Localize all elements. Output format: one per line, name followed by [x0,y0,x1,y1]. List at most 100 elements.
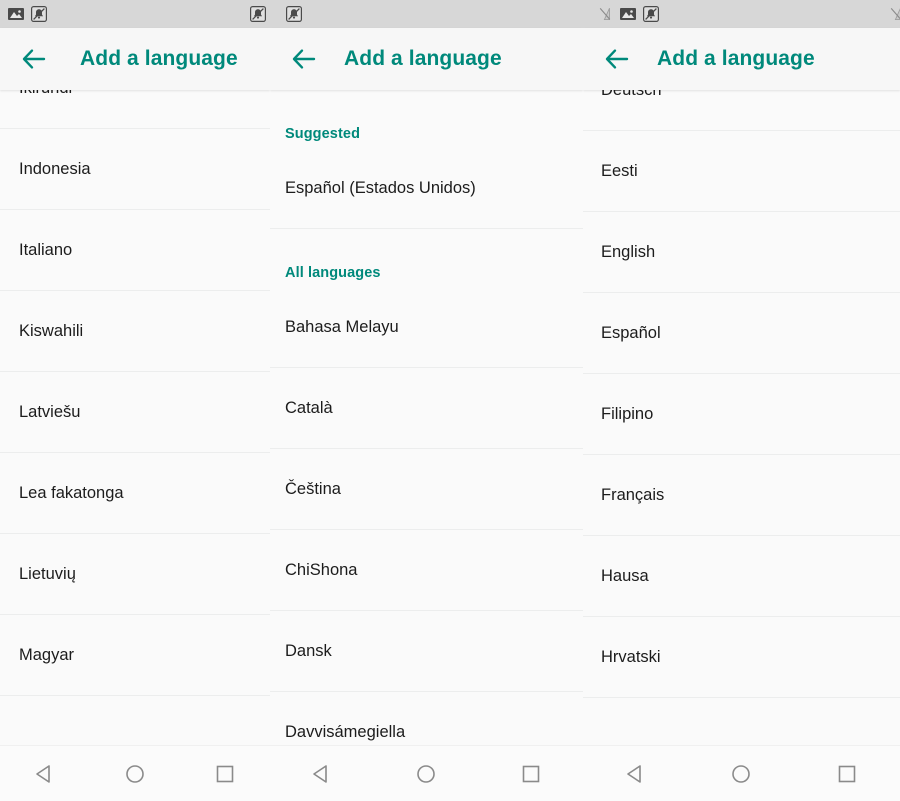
no-sim-icon [597,6,613,22]
status-bar-1 [0,0,270,28]
status-bar-2 [270,0,583,28]
language-label: ChiShona [285,560,358,579]
status-bar-3 [583,0,900,28]
app-bar-2: Add a language [270,28,583,90]
language-label: Italiano [19,240,73,259]
list-item[interactable]: Español (Estados Unidos) [270,148,583,229]
list-item[interactable]: Davvisámegiella [270,692,583,745]
recents-nav-button[interactable] [821,748,873,800]
image-icon [8,6,24,22]
language-label: Kiswahili [19,321,84,340]
navigation-bar-2 [270,745,583,801]
language-label: Eesti [601,161,638,180]
page-title-2: Add a language [344,47,502,70]
language-label: Deutsch [583,90,662,100]
language-list-inner-3: Deutsch Eesti English Español Filipino F… [583,90,900,745]
back-arrow-icon [290,44,320,74]
list-item[interactable]: Kiswahili [0,291,270,372]
app-bar-3: Add a language [583,28,900,90]
list-item[interactable]: Bahasa Melayu [270,287,583,368]
image-icon [620,6,636,22]
list-item[interactable]: Hausa [583,536,900,617]
language-label: Ikirundi [0,90,72,98]
back-nav-icon [623,761,649,787]
section-header-label: Suggested [285,126,361,142]
section-header-all-languages: All languages [270,229,583,287]
page-title-1: Add a language [80,47,238,70]
navigation-bar-1 [0,745,270,801]
list-item[interactable] [583,698,900,745]
back-nav-button[interactable] [610,748,662,800]
recents-nav-icon [212,761,238,787]
back-button-2[interactable] [282,36,328,82]
silent-mode-icon [31,6,47,22]
list-item[interactable] [0,696,270,745]
language-label: Français [601,485,665,504]
list-item[interactable]: Eesti [583,131,900,212]
back-button-3[interactable] [595,36,641,82]
list-item[interactable]: ChiShona [270,530,583,611]
language-label: Bahasa Melayu [285,317,399,336]
list-item[interactable]: Hrvatski [583,617,900,698]
page-title-3: Add a language [657,47,815,70]
list-item[interactable]: Lea fakatonga [0,453,270,534]
list-item[interactable]: Deutsch [583,90,900,131]
list-item[interactable]: Dansk [270,611,583,692]
status-bar-right-icons-3 [888,0,900,28]
list-item[interactable]: Ikirundi [0,90,270,129]
language-label: Latviešu [19,402,81,421]
status-bar-right-icons-1 [250,0,266,28]
status-bar-left-icons-3 [597,6,659,22]
three-phone-screenshots: Add a language Ikirundi Indonesia Italia… [0,0,900,801]
back-nav-button[interactable] [19,748,71,800]
back-arrow-icon [603,44,633,74]
recents-nav-icon [518,761,544,787]
status-bar-left-icons-2 [286,6,302,22]
language-label: English [601,242,656,261]
list-item[interactable]: Latviešu [0,372,270,453]
language-label: Català [285,398,333,417]
language-label: Lietuvių [19,564,76,583]
language-label: Español [601,323,661,342]
app-bar-1: Add a language [0,28,270,90]
language-label: Español (Estados Unidos) [285,178,476,197]
back-button-1[interactable] [12,36,58,82]
phone-screenshot-1: Add a language Ikirundi Indonesia Italia… [0,0,270,801]
recents-nav-button[interactable] [505,748,557,800]
no-sim-icon [888,6,900,22]
language-label: Davvisámegiella [285,722,406,741]
language-label: Hrvatski [601,647,661,666]
home-nav-button[interactable] [715,748,767,800]
language-list-1[interactable]: Ikirundi Indonesia Italiano Kiswahili La… [0,90,270,745]
back-nav-button[interactable] [296,748,348,800]
silent-mode-icon [643,6,659,22]
list-item[interactable]: Čeština [270,449,583,530]
back-nav-icon [309,761,335,787]
language-label: Čeština [285,479,341,498]
back-nav-icon [32,761,58,787]
silent-mode-icon [286,6,302,22]
list-item[interactable]: Magyar [0,615,270,696]
recents-nav-button[interactable] [199,748,251,800]
language-label: Indonesia [19,159,91,178]
language-list-2[interactable]: Suggested Español (Estados Unidos) All l… [270,90,583,745]
language-label: Filipino [601,404,654,423]
home-nav-button[interactable] [109,748,161,800]
home-nav-button[interactable] [400,748,452,800]
list-item[interactable]: English [583,212,900,293]
list-item[interactable]: Français [583,455,900,536]
language-list-3[interactable]: Deutsch Eesti English Español Filipino F… [583,90,900,745]
section-header-suggested: Suggested [270,90,583,148]
recents-nav-icon [834,761,860,787]
home-nav-icon [728,761,754,787]
list-item[interactable]: Italiano [0,210,270,291]
phone-screenshot-2: Add a language Suggested Español (Estado… [270,0,583,801]
language-label: Magyar [19,645,75,664]
list-item[interactable]: Indonesia [0,129,270,210]
list-item[interactable]: Filipino [583,374,900,455]
home-nav-icon [413,761,439,787]
list-item[interactable]: Español [583,293,900,374]
back-arrow-icon [20,44,50,74]
list-item[interactable]: Català [270,368,583,449]
list-item[interactable]: Lietuvių [0,534,270,615]
